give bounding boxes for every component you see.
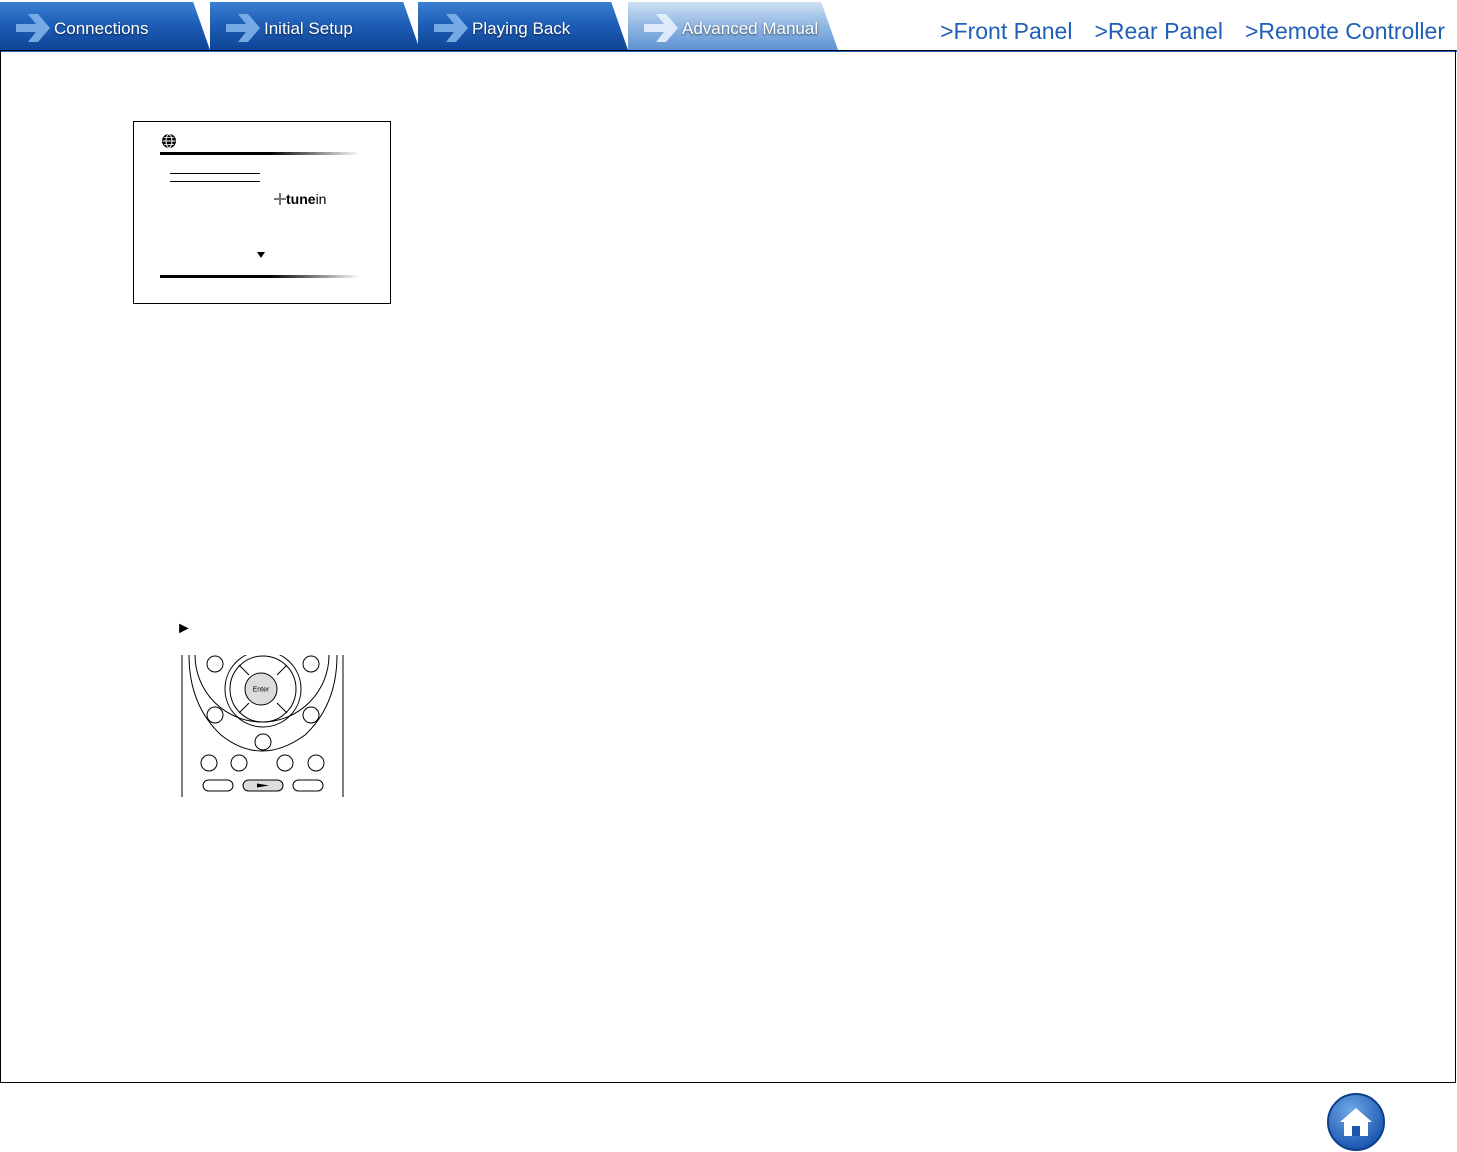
tab-label: Playing Back (472, 19, 571, 38)
screen-underline (170, 173, 260, 174)
tab-connections[interactable]: Connections (0, 2, 210, 50)
tunein-mark-icon (274, 193, 286, 205)
nav-tabs: Connections Initial Setup Playing Back A… (0, 0, 840, 52)
screen-bottom-bar (160, 275, 360, 278)
tab-advanced-manual[interactable]: Advanced Manual (628, 2, 838, 50)
front-panel-link[interactable]: >Front Panel (940, 18, 1072, 45)
home-icon[interactable] (1326, 1092, 1386, 1152)
tab-label: Advanced Manual (682, 19, 819, 38)
top-links: >Front Panel >Rear Panel >Remote Control… (940, 18, 1445, 45)
tab-label: Initial Setup (264, 19, 353, 38)
tunein-logo: tunein (274, 191, 326, 207)
tunein-logo-rest: in (315, 191, 327, 207)
remote-controller-link[interactable]: >Remote Controller (1245, 18, 1445, 45)
tab-initial-setup[interactable]: Initial Setup (210, 2, 420, 50)
globe-icon (162, 134, 176, 148)
arrow-right-icon (644, 14, 678, 42)
tab-playing-back[interactable]: Playing Back (418, 2, 628, 50)
remote-controller-illustration: Enter (181, 655, 344, 797)
arrow-right-icon (434, 14, 468, 42)
enter-button-label: Enter (253, 687, 270, 694)
screen-top-bar (160, 152, 360, 155)
tv-screen-illustration: tunein (133, 121, 391, 304)
tab-label: Connections (54, 19, 149, 38)
rear-panel-link[interactable]: >Rear Panel (1094, 18, 1223, 45)
arrow-right-icon (16, 14, 50, 42)
screen-underline (170, 181, 260, 182)
play-symbol: ► (176, 620, 192, 637)
arrow-right-icon (226, 14, 260, 42)
scroll-down-icon (257, 252, 265, 258)
tunein-logo-strong: tune (286, 191, 316, 207)
